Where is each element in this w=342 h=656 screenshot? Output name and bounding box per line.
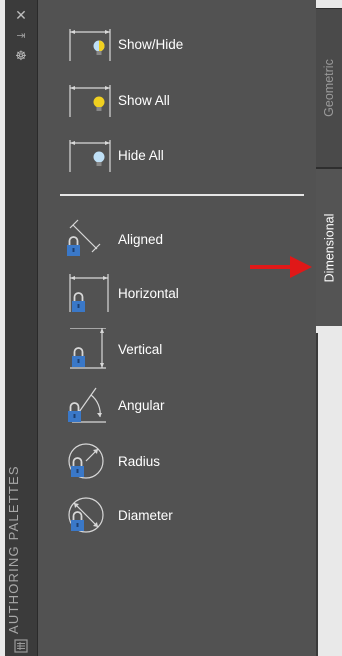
properties-icon[interactable] [14, 639, 28, 653]
tabstrip-edge [316, 333, 318, 656]
tool-label: Show/Hide [118, 36, 184, 52]
autohide-button[interactable]: ⇥ [5, 27, 37, 45]
tab-dimensional[interactable]: Dimensional [316, 168, 342, 328]
palette-title: AUTHORING PALETTES [6, 465, 21, 634]
tool-diameter[interactable]: Diameter [62, 494, 302, 536]
tab-label: Dimensional [322, 213, 336, 283]
tool-label: Aligned [118, 231, 164, 247]
tabstrip-background [316, 326, 342, 656]
palette-window: ✕ ⇥ ☸ AUTHORING PALETTES Show/Hide Show … [0, 0, 342, 656]
tool-hide-all[interactable]: Hide All [62, 134, 302, 176]
tool-label: Horizontal [118, 285, 179, 301]
aligned-dimension-icon [67, 219, 101, 256]
section-divider [60, 194, 304, 196]
tool-radius[interactable]: Radius [62, 440, 302, 482]
palette-content: Show/Hide Show All Hide All Aligned Hori… [38, 0, 317, 656]
tool-label: Hide All [118, 147, 164, 163]
tool-label: Show All [118, 92, 170, 108]
tool-show-all[interactable]: Show All [62, 79, 302, 121]
settings-button[interactable]: ☸ [5, 46, 37, 64]
tool-vertical[interactable]: Vertical [62, 328, 302, 370]
tool-label: Radius [118, 453, 161, 469]
palette-titlebar: ✕ ⇥ ☸ AUTHORING PALETTES [5, 0, 38, 656]
radius-dimension-icon [68, 443, 104, 479]
hide-all-icon [69, 140, 111, 172]
angular-dimension-icon [68, 387, 106, 423]
tab-geometric[interactable]: Geometric [316, 8, 342, 168]
tool-show-hide[interactable]: Show/Hide [62, 23, 302, 65]
red-arrow-annotation [250, 256, 312, 278]
horizontal-dimension-icon [69, 274, 109, 312]
tool-label: Angular [118, 397, 165, 413]
tool-label: Vertical [118, 341, 163, 357]
tool-angular[interactable]: Angular [62, 384, 302, 426]
show-hide-icon [69, 29, 111, 61]
show-all-icon [69, 85, 111, 117]
palette-tabstrip: Geometric Dimensional [316, 0, 342, 656]
tool-label: Diameter [118, 507, 173, 523]
vertical-dimension-icon [70, 328, 106, 369]
diameter-dimension-icon [68, 497, 104, 533]
close-button[interactable]: ✕ [5, 6, 37, 24]
tab-label: Geometric [322, 59, 336, 117]
